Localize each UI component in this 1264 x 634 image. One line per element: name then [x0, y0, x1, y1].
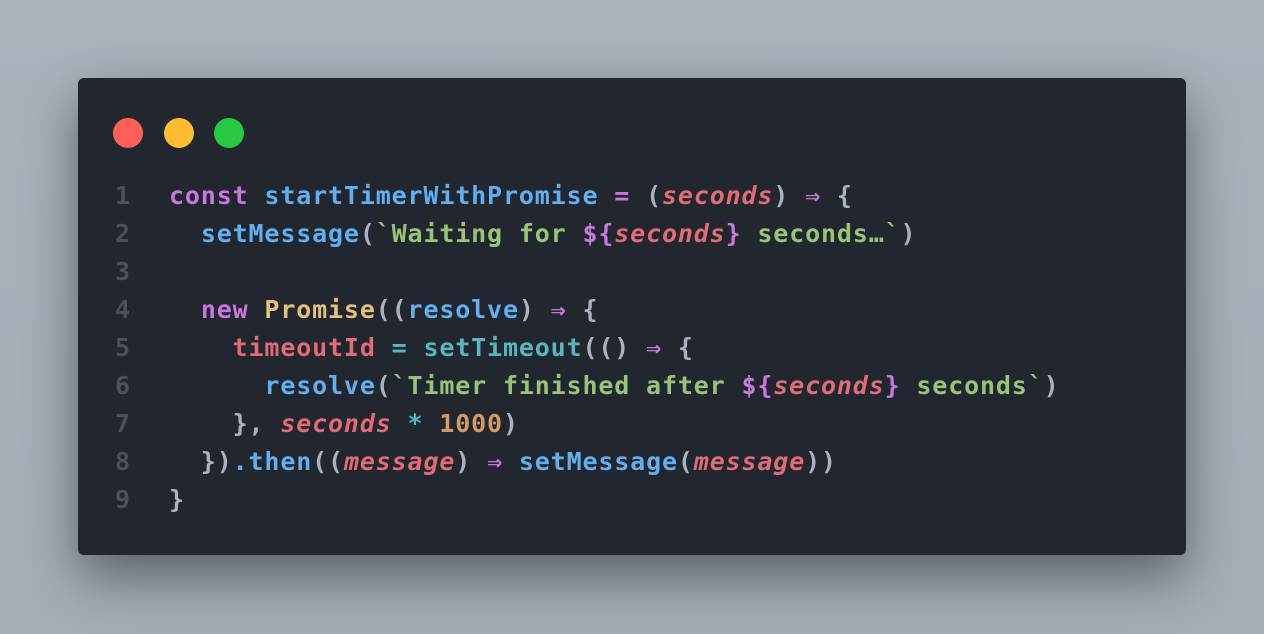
- line-number: 8: [115, 447, 131, 476]
- line-number: 6: [115, 371, 131, 400]
- code-token: {: [566, 295, 599, 324]
- code-token: ⇒: [805, 181, 822, 210]
- code-text: resolve(`Timer finished after ${seconds}…: [169, 367, 1060, 405]
- code-token: Promise: [264, 295, 376, 324]
- code-token: ): [518, 295, 551, 324]
- code-token: .then: [232, 447, 313, 476]
- line-number: 5: [115, 333, 131, 362]
- code-token: ${: [741, 371, 774, 400]
- code-token: }): [169, 447, 233, 476]
- code-token: (: [359, 219, 376, 248]
- line-number: 1: [115, 181, 131, 210]
- line-number: 4: [115, 295, 131, 324]
- code-token: const: [169, 181, 265, 210]
- code-token: }: [884, 371, 901, 400]
- code-window: 1 const startTimerWithPromise = (seconds)…: [78, 78, 1186, 555]
- code-token: seconds: [614, 219, 726, 248]
- code-token: ): [773, 181, 806, 210]
- minimize-window-dot[interactable]: [164, 118, 194, 148]
- code-token: (: [677, 447, 694, 476]
- code-text: }).then((message) ⇒ setMessage(message)): [169, 443, 837, 481]
- code-token: resolve: [407, 295, 519, 324]
- code-token: ): [455, 447, 488, 476]
- code-text: const startTimerWithPromise = (seconds) …: [169, 177, 853, 215]
- code-token: timeoutId: [232, 333, 376, 362]
- code-token: ⇒: [487, 447, 503, 476]
- code-token: seconds: [280, 409, 392, 438]
- code-text: new Promise((resolve) ⇒ {: [169, 291, 598, 329]
- code-token: =: [375, 333, 424, 362]
- code-token: )): [805, 447, 837, 476]
- code-token: ${: [582, 219, 615, 248]
- code-token: (: [646, 181, 662, 210]
- code-text: setMessage(`Waiting for ${seconds} secon…: [169, 215, 916, 253]
- code-token: new: [200, 295, 265, 324]
- code-token: (: [375, 371, 392, 400]
- code-text: }, seconds * 1000): [169, 405, 519, 443]
- line-number: 9: [115, 485, 131, 514]
- code-token: setMessage: [518, 447, 678, 476]
- code-token: ⇒: [646, 333, 662, 362]
- close-window-dot[interactable]: [113, 118, 143, 148]
- code-token: `Timer finished after: [391, 371, 742, 400]
- code-token: `Waiting for: [375, 219, 583, 248]
- code-token: message: [343, 447, 456, 476]
- code-token: seconds: [773, 371, 885, 400]
- code-token: ⇒: [550, 295, 567, 324]
- code-token: resolve: [264, 371, 376, 400]
- code-text: }: [169, 481, 185, 519]
- code-token: setTimeout: [423, 333, 583, 362]
- code-token: seconds: [661, 181, 774, 210]
- code-token: },: [169, 409, 281, 438]
- code-token: ): [502, 409, 519, 438]
- code-token: seconds`: [900, 371, 1044, 400]
- code-token: }: [725, 219, 742, 248]
- line-number: 7: [115, 409, 131, 438]
- code-token: message: [693, 447, 806, 476]
- code-token: =: [598, 181, 647, 210]
- line-number: 3: [115, 257, 131, 286]
- code-token: ): [900, 219, 917, 248]
- code-token: *: [391, 409, 440, 438]
- code-token: {: [661, 333, 694, 362]
- line-number: 2: [115, 219, 131, 248]
- code-token: ): [1043, 371, 1060, 400]
- code-token: seconds…`: [741, 219, 901, 248]
- code-token: ((: [312, 447, 344, 476]
- code-text: timeoutId = setTimeout(() ⇒ {: [169, 329, 694, 367]
- code-token: }: [169, 485, 185, 514]
- code-token: {: [821, 181, 853, 210]
- maximize-window-dot[interactable]: [214, 118, 244, 148]
- code-token: 1000: [439, 409, 503, 438]
- code-token: startTimerWithPromise: [264, 181, 599, 210]
- code-token: ((: [375, 295, 408, 324]
- code-token: setMessage: [200, 219, 360, 248]
- code-token: ((): [582, 333, 647, 362]
